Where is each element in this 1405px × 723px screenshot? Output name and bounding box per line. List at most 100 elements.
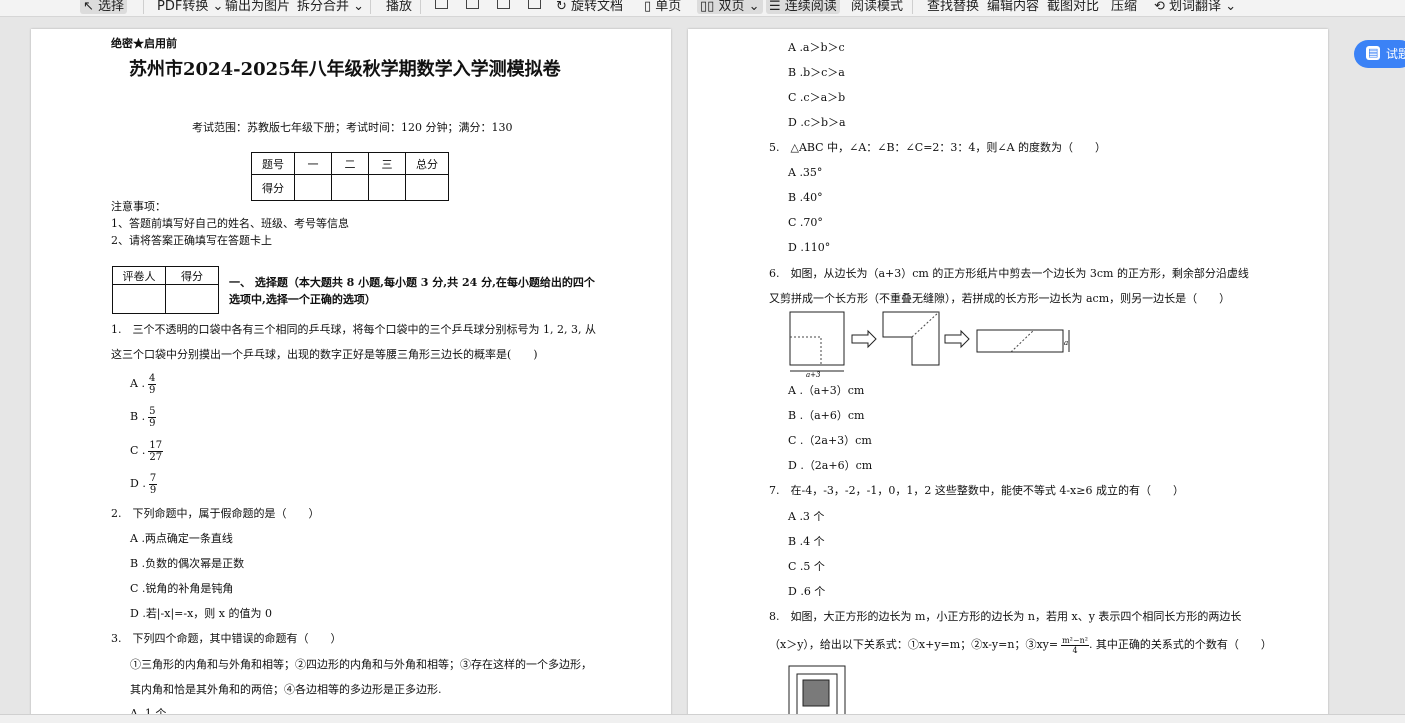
table-row: 评卷人 得分 [112,266,219,285]
page-fit-icon[interactable] [435,0,448,9]
question-1: 1. 三个不透明的口袋中各有三个相同的乒乓球，将每个口袋中的三个乒乓球分别标号为… [111,323,596,336]
fraction: 17 27 [148,439,164,463]
option-label: A . [130,377,145,390]
actual-size-icon[interactable] [497,0,510,9]
cut-line [1010,329,1035,353]
exam-title: 苏州市2024-2025年八年级秋学期数学入学测模拟卷 [129,59,561,80]
question-1-cont: 这三个口袋中分别摸出一个乒乓球，出现的数字正好是等腰三角形三边长的概率是( ) [111,348,538,361]
note-item: 2、请将答案正确填写在答题卡上 [111,234,272,247]
table-cell [294,174,332,201]
option-c: C .（2a+3）cm [788,434,872,447]
question-2: 2. 下列命题中，属于假命题的是（ ） [111,507,320,520]
exam-tool-label: 试题 [1386,47,1405,61]
question-3: 3. 下列四个命题，其中错误的命题有（ ） [111,632,342,645]
table-header-cell: 总分 [405,152,449,175]
continuous-icon: ☰ [769,0,781,14]
result-rectangle [976,329,1064,353]
continuous-reading-button[interactable]: ☰ 连续阅读 [766,0,840,14]
reading-mode-button[interactable]: 阅读模式 [851,0,903,14]
option-c: C . 17 27 [130,438,164,464]
toolbar: ↖ 选择 PDF转换 ⌄ 输出为图片 拆分合并 ⌄ 播放 ↻ 旋转文档 ▯ 单页… [0,0,1405,17]
translate-icon: ⟲ [1154,0,1165,14]
question-8-figure [788,665,846,719]
table-cell [331,174,369,201]
question-8-cont: （x＞y），给出以下关系式：①x+y=m；②x-y=n；③xy= m²−n² 4. … [769,632,1272,658]
table-row: 得分 [251,174,449,201]
small-square [802,679,830,707]
fraction: m²−n² 4 [1061,636,1089,655]
fraction-denominator: 9 [148,384,156,396]
question-8-text: （x＞y），给出以下关系式：①x+y=m；②x-y=n；③xy= [769,638,1059,651]
fraction-numerator: m²−n² [1061,635,1089,646]
screenshot-compare-button[interactable]: 截图对比 [1047,0,1099,14]
single-page-button[interactable]: ▯ 单页 [644,0,681,14]
rotate-button[interactable]: ↻ 旋转文档 [556,0,623,14]
table-row [112,284,219,314]
question-3-cont: 其内角和恰是其外角和的两倍；④各边相等的多边形是正多边形. [130,683,442,696]
table-row: 题号 一 二 三 总分 [251,152,449,175]
pdf-convert-button[interactable]: PDF转换 ⌄ [157,0,223,14]
select-label: 选择 [98,0,125,14]
option-b: B .59 [130,404,157,430]
option-d: D .110° [788,241,831,254]
question-8-text: . 其中正确的关系式的个数有（ ） [1088,638,1272,651]
table-header-cell: 评卷人 [112,266,166,285]
chevron-down-icon: ⌄ [353,0,365,14]
question-6-cont: 又剪拼成一个长方形（不重叠无缝隙），若拼成的长方形一边长为 acm，则另一边长是… [769,292,1231,305]
find-replace-button[interactable]: 查找替换 [927,0,979,14]
page-width-icon[interactable] [466,0,479,9]
table-header-cell: 得分 [165,266,219,285]
zoom-icon[interactable] [528,0,541,9]
fraction: 79 [148,473,158,496]
single-page-label: 单页 [655,0,682,14]
big-square [789,311,845,366]
section-heading: 选项中,选择一个正确的选项） [229,293,376,306]
option-d: D .79 [130,471,158,497]
compress-button[interactable]: 压缩 [1111,0,1137,14]
translate-label: 划词翻译 [1169,0,1222,14]
question-3-cont: ①三角形的内角和与外角和相等；②四边形的内角和与外角和相等；③存在这样的一个多边… [130,658,592,671]
edit-content-button[interactable]: 编辑内容 [987,0,1039,14]
chevron-down-icon: ⌄ [1225,0,1237,14]
fraction-denominator: 27 [149,451,163,463]
select-tool[interactable]: ↖ 选择 [80,0,128,14]
option-a: A .（a+3）cm [788,384,865,397]
grader-table: 评卷人 得分 [112,266,219,314]
option-c: C .70° [788,216,823,229]
option-a: A .两点确定一条直线 [130,532,233,545]
toolbar-divider [420,0,421,14]
double-page-button[interactable]: ▯▯ 双页 ⌄ [697,0,763,14]
table-cell [112,284,166,314]
toolbar-divider [143,0,144,14]
translate-button[interactable]: ⟲ 划词翻译 ⌄ [1154,0,1236,14]
cursor-icon: ↖ [83,0,94,14]
option-d: D .若|-x|=-x，则 x 的值为 0 [130,607,272,620]
option-a: A .3 个 [788,510,825,523]
fraction-numerator: 5 [148,405,157,418]
fraction: 59 [148,405,157,429]
option-b: B .b＞c＞a [788,66,845,79]
chevron-down-icon: ⌄ [212,0,224,14]
toolbar-divider [912,0,913,14]
pdf-convert-label: PDF转换 [157,0,209,14]
play-button[interactable]: 播放 [386,0,412,14]
confidential-label: 绝密★启用前 [111,37,177,50]
option-d: D .（2a+6）cm [788,459,873,472]
question-6: 6. 如图，从边长为（a+3）cm 的正方形纸片中剪去一个边长为 3cm 的正方… [769,267,1249,280]
dimension-label: a [1064,339,1068,347]
section-heading: 一、 选择题（本大题共 8 小题,每小题 3 分,共 24 分,在每小题给出的四… [229,276,595,289]
option-label: D . [130,477,146,490]
option-a: A .a＞b＞c [788,41,845,54]
exam-tool-button[interactable]: ▤ 试题 [1354,40,1405,68]
option-b: B .4 个 [788,535,825,548]
fraction-numerator: 17 [148,439,164,452]
continuous-label: 连续阅读 [784,0,837,14]
export-image-button[interactable]: 输出为图片 [225,0,290,14]
arrow-icon [944,329,970,349]
exam-info: 考试范围：苏教版七年级下册；考试时间：120 分钟；满分：130 [192,121,513,134]
option-label: C . [130,444,146,457]
split-merge-button[interactable]: 拆分合并 ⌄ [297,0,364,14]
score-table: 题号 一 二 三 总分 得分 [251,152,449,201]
option-c: C .c＞a＞b [788,91,846,104]
table-cell [405,174,449,201]
